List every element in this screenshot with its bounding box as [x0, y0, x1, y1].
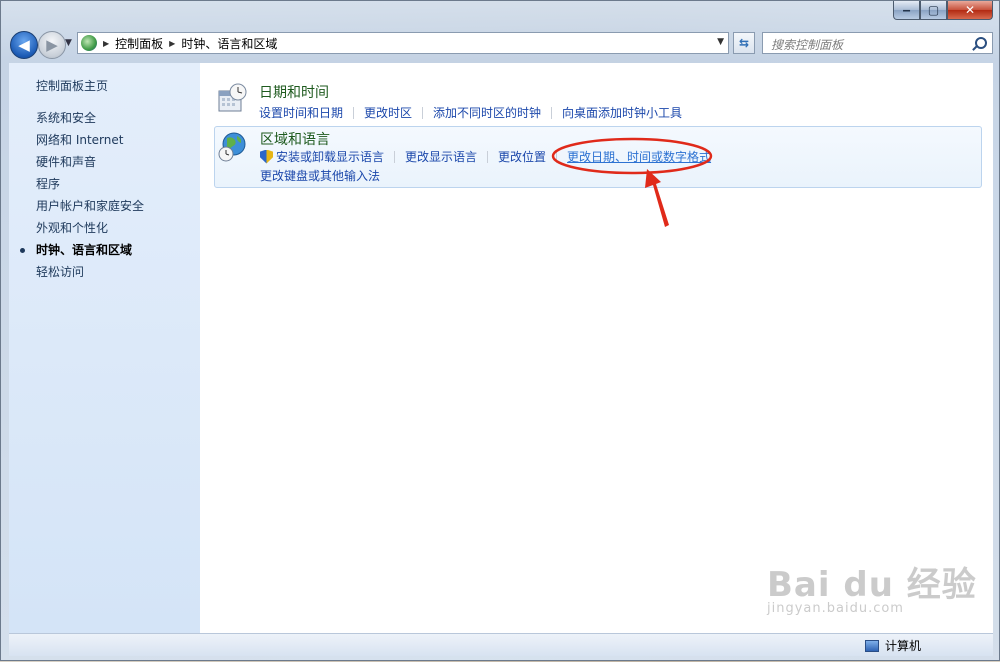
link-divider: [487, 150, 489, 163]
link-divider: [422, 106, 424, 119]
status-computer: 计算机: [864, 637, 921, 654]
sidebar-category-list: 系统和安全 网络和 Internet 硬件和声音 程序 用户帐户和家庭安全 外观…: [19, 107, 144, 283]
control-panel-icon: [81, 35, 97, 51]
section-date-time: 日期和时间 设置时间和日期 更改时区 添加不同时区的时钟 向桌面添加时钟小工具: [214, 79, 982, 131]
link-set-time-date[interactable]: 设置时间和日期: [259, 104, 343, 121]
sidebar-item-ease-of-access[interactable]: 轻松访问: [36, 261, 144, 283]
caption-buttons: ‒ ▢ ✕: [893, 1, 993, 21]
control-panel-window: ‒ ▢ ✕ ◀ ▶ ▼ ▶ 控制面板 ▶ 时钟、语言和区域 ▼ ⇆ 搜索控制面板…: [0, 0, 1000, 661]
watermark-brand: Bai du 经验: [767, 565, 977, 605]
sidebar-item-network-internet[interactable]: 网络和 Internet: [36, 129, 144, 151]
sidebar: 控制面板主页 系统和安全 网络和 Internet 硬件和声音 程序 用户帐户和…: [9, 63, 201, 633]
section-title-region-language[interactable]: 区域和语言: [260, 129, 330, 149]
section-region-language: 区域和语言 安装或卸载显示语言 更改显示语言 更改位置 更改日期、时间或数字格式…: [214, 126, 982, 188]
uac-shield-icon: [260, 149, 273, 164]
link-divider: [353, 106, 355, 119]
region-language-links-row2: 更改键盘或其他输入法: [260, 167, 380, 184]
forward-arrow-icon: ▶: [46, 36, 58, 54]
breadcrumb-control-panel[interactable]: 控制面板: [115, 35, 163, 52]
watermark-url: jingyan.baidu.com: [767, 601, 904, 616]
search-placeholder: 搜索控制面板: [771, 38, 844, 52]
forward-button[interactable]: ▶: [38, 31, 66, 59]
link-divider: [394, 150, 396, 163]
sidebar-item-appearance[interactable]: 外观和个性化: [36, 217, 144, 239]
link-divider: [556, 150, 558, 163]
refresh-button[interactable]: ⇆: [733, 32, 755, 54]
breadcrumb-clock-language-region[interactable]: 时钟、语言和区域: [181, 35, 277, 52]
section-title-date-time[interactable]: 日期和时间: [259, 82, 329, 102]
sidebar-item-clock-language-region: 时钟、语言和区域: [19, 239, 144, 261]
link-add-clock-gadget[interactable]: 向桌面添加时钟小工具: [562, 104, 682, 121]
sidebar-item-system-security[interactable]: 系统和安全: [36, 107, 144, 129]
baidu-watermark: Bai du 经验 jingyan.baidu.com: [767, 557, 977, 616]
back-arrow-icon: ◀: [18, 36, 30, 54]
maximize-button[interactable]: ▢: [920, 1, 947, 20]
chevron-right-icon[interactable]: ▶: [103, 39, 109, 48]
navigation-bar: ◀ ▶ ▼ ▶ 控制面板 ▶ 时钟、语言和区域 ▼ ⇆ 搜索控制面板: [1, 27, 1000, 63]
link-change-display-language[interactable]: 更改显示语言: [405, 148, 477, 165]
chevron-right-icon[interactable]: ▶: [169, 39, 175, 48]
sidebar-item-user-accounts[interactable]: 用户帐户和家庭安全: [36, 195, 144, 217]
sidebar-item-programs[interactable]: 程序: [36, 173, 144, 195]
sidebar-item-hardware-sound[interactable]: 硬件和声音: [36, 151, 144, 173]
link-divider: [551, 106, 553, 119]
sidebar-home-link[interactable]: 控制面板主页: [36, 77, 108, 94]
region-language-links: 安装或卸载显示语言 更改显示语言 更改位置 更改日期、时间或数字格式: [260, 148, 711, 165]
link-change-location[interactable]: 更改位置: [498, 148, 546, 165]
status-computer-label: 计算机: [884, 639, 921, 653]
recent-pages-dropdown[interactable]: ▼: [65, 38, 72, 48]
link-change-keyboard-input[interactable]: 更改键盘或其他输入法: [260, 167, 380, 184]
link-add-clocks[interactable]: 添加不同时区的时钟: [433, 104, 541, 121]
address-bar[interactable]: ▶ 控制面板 ▶ 时钟、语言和区域 ▼: [77, 32, 729, 54]
address-dropdown-icon[interactable]: ▼: [717, 37, 724, 47]
computer-icon: [864, 639, 879, 652]
main-content: 日期和时间 设置时间和日期 更改时区 添加不同时区的时钟 向桌面添加时钟小工具 …: [200, 63, 993, 633]
back-button[interactable]: ◀: [10, 31, 38, 59]
close-button[interactable]: ✕: [947, 1, 993, 20]
minimize-button[interactable]: ‒: [893, 1, 920, 20]
link-install-display-language[interactable]: 安装或卸载显示语言: [276, 148, 384, 165]
date-time-links: 设置时间和日期 更改时区 添加不同时区的时钟 向桌面添加时钟小工具: [259, 104, 682, 121]
link-change-date-time-number-format[interactable]: 更改日期、时间或数字格式: [567, 148, 711, 165]
link-change-time-zone[interactable]: 更改时区: [364, 104, 412, 121]
status-bar: 计算机: [9, 633, 993, 656]
calendar-clock-icon[interactable]: [216, 83, 248, 115]
globe-clock-icon[interactable]: [217, 131, 249, 163]
refresh-icon: ⇆: [738, 36, 750, 50]
search-icon[interactable]: [975, 37, 987, 49]
search-input[interactable]: 搜索控制面板: [762, 32, 993, 54]
